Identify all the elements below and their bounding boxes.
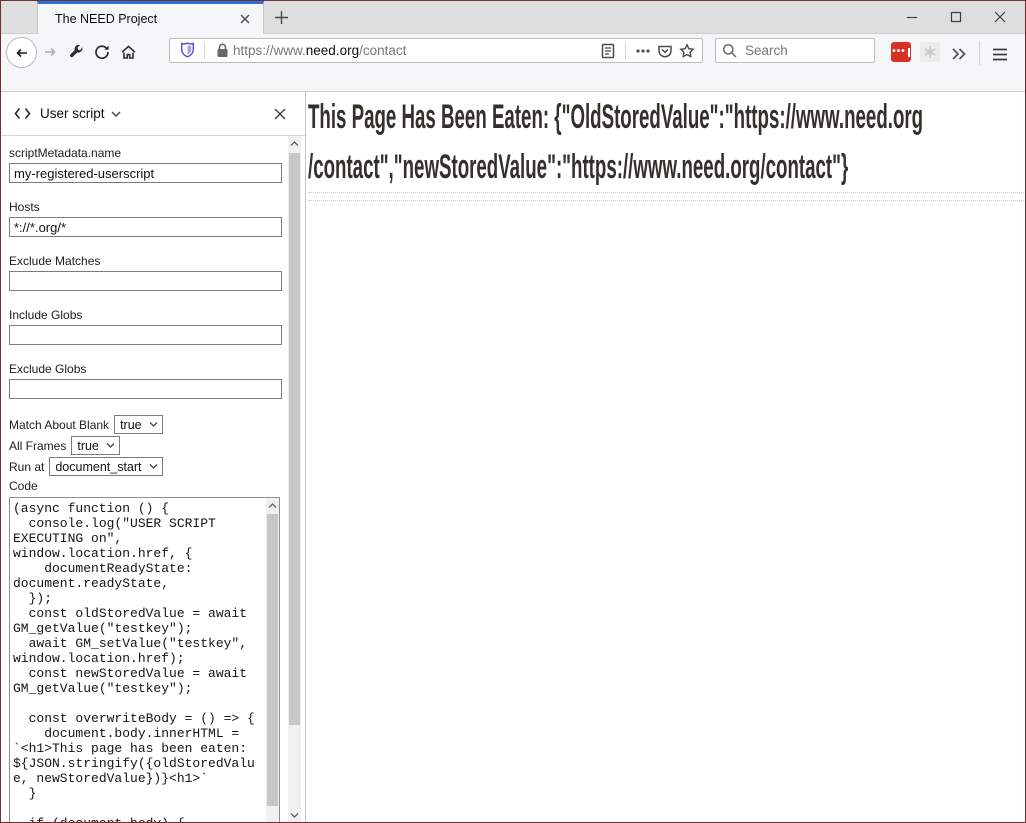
content-area: User script scriptMetadata.name Hosts Ex…: [1, 92, 1025, 822]
page-heading-line-1: This Page Has Been Eaten: {"OldStoredVal…: [308, 92, 702, 142]
wrench-icon[interactable]: [63, 39, 89, 65]
toolbar-separator: [979, 41, 980, 65]
sidebar-form: scriptMetadata.name Hosts Exclude Matche…: [1, 136, 305, 822]
home-button[interactable]: [115, 39, 141, 65]
match-about-blank-label: Match About Blank: [9, 418, 109, 432]
browser-window: The NEED Project: [0, 0, 1026, 823]
field-label-script-name: scriptMetadata.name: [9, 146, 305, 160]
tracking-protection-shield-icon[interactable]: [176, 40, 198, 62]
reader-mode-icon[interactable]: [597, 40, 619, 62]
run-at-row: Run at document_start: [9, 457, 305, 476]
search-icon: [722, 43, 737, 58]
field-label-hosts: Hosts: [9, 200, 305, 214]
exclude-matches-input[interactable]: [9, 271, 282, 291]
tab-close-icon[interactable]: [235, 9, 255, 29]
scroll-down-icon[interactable]: [288, 808, 301, 822]
back-button[interactable]: [6, 37, 37, 68]
overflow-menu-icon[interactable]: [946, 41, 972, 67]
scroll-up-icon[interactable]: [266, 498, 279, 512]
code-scrollbar-thumb[interactable]: [267, 514, 278, 806]
code-text[interactable]: (async function () { console.log("USER S…: [10, 498, 266, 822]
url-protocol: https://www.: [233, 43, 306, 58]
urlbar-separator-2: [625, 42, 626, 59]
url-text: https://www.need.org/contact: [233, 43, 597, 58]
navigation-toolbar: https://www.need.org/contact Search •••: [1, 34, 1025, 92]
lock-icon[interactable]: [211, 40, 233, 62]
url-domain: need.org: [306, 43, 359, 58]
sidebar-scrollbar-thumb[interactable]: [289, 153, 300, 725]
tab-title: The NEED Project: [55, 12, 235, 26]
page-heading-line-2: /contact","newStoredValue":"https://www.…: [308, 142, 702, 192]
code-scrollbar[interactable]: [266, 498, 279, 822]
disabled-extension-icon[interactable]: [920, 42, 940, 62]
code-editor[interactable]: (async function () { console.log("USER S…: [9, 497, 280, 822]
script-name-input[interactable]: [9, 163, 282, 183]
chevron-down-icon: [106, 443, 115, 448]
all-frames-label: All Frames: [9, 439, 66, 453]
match-about-blank-select[interactable]: true: [114, 415, 163, 434]
tab-the-need-project[interactable]: The NEED Project: [37, 1, 264, 34]
hamburger-menu-icon[interactable]: [987, 41, 1013, 67]
field-label-exclude-globs: Exclude Globs: [9, 362, 305, 376]
sidebar-switcher-chevron-icon[interactable]: [111, 111, 121, 117]
maximize-button[interactable]: [941, 4, 971, 30]
sidebar-close-icon[interactable]: [269, 103, 291, 125]
dotted-divider: [308, 200, 1024, 201]
pocket-icon[interactable]: [654, 40, 676, 62]
all-frames-select[interactable]: true: [71, 436, 120, 455]
forward-button[interactable]: [37, 39, 63, 65]
webpage-content: This Page Has Been Eaten: {"OldStoredVal…: [306, 92, 1025, 822]
sidebar-scrollbar[interactable]: [288, 136, 301, 822]
dotted-divider: [308, 192, 1024, 193]
match-about-blank-row: Match About Blank true: [9, 415, 305, 434]
search-placeholder: Search: [745, 43, 788, 58]
password-manager-extension-icon[interactable]: •••: [891, 42, 911, 62]
urlbar-separator: [204, 42, 205, 59]
include-globs-input[interactable]: [9, 325, 282, 345]
reload-button[interactable]: [89, 39, 115, 65]
run-at-select[interactable]: document_start: [49, 457, 162, 476]
scroll-up-icon[interactable]: [288, 136, 301, 150]
new-tab-button[interactable]: [264, 1, 298, 33]
code-brackets-icon: [14, 107, 31, 120]
field-label-exclude-matches: Exclude Matches: [9, 254, 305, 268]
sidebar-title: User script: [40, 106, 105, 121]
tab-bar-empty: [298, 1, 897, 33]
page-actions-icon[interactable]: [632, 40, 654, 62]
run-at-label: Run at: [9, 460, 44, 474]
code-label: Code: [9, 479, 305, 493]
bookmark-star-icon[interactable]: [676, 40, 698, 62]
minimize-button[interactable]: [897, 4, 927, 30]
url-path: /contact: [359, 43, 406, 58]
chevron-down-icon: [149, 464, 158, 469]
url-bar[interactable]: https://www.need.org/contact: [169, 38, 703, 63]
close-window-button[interactable]: [985, 4, 1015, 30]
window-controls: [897, 1, 1025, 33]
exclude-globs-input[interactable]: [9, 379, 282, 399]
tab-bar: The NEED Project: [1, 1, 1025, 34]
chevron-down-icon: [149, 422, 158, 427]
field-label-include-globs: Include Globs: [9, 308, 305, 322]
all-frames-row: All Frames true: [9, 436, 305, 455]
tab-bar-spacer: [1, 1, 37, 33]
search-bar[interactable]: Search: [715, 38, 875, 63]
userscript-sidebar: User script scriptMetadata.name Hosts Ex…: [1, 92, 306, 822]
hosts-input[interactable]: [9, 217, 282, 237]
sidebar-header: User script: [1, 92, 305, 136]
